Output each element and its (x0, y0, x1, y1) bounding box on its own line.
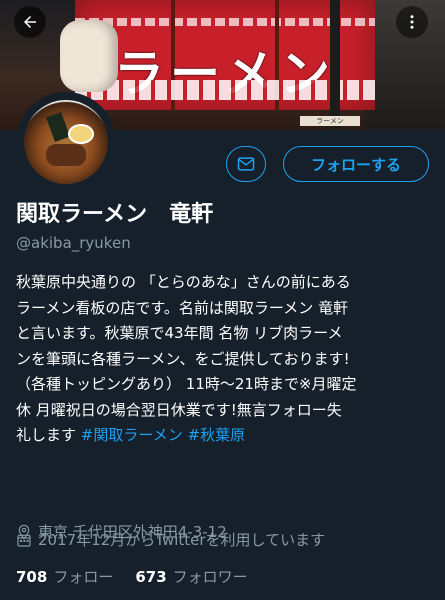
message-button[interactable] (226, 146, 266, 182)
followers-label[interactable]: フォロワー (173, 566, 248, 587)
bio-line: （各種トッピングあり） 11時〜21時まで※月曜定 (16, 375, 357, 393)
more-vertical-icon (410, 15, 414, 29)
follow-stats: 708 フォロー 673 フォロワー (16, 566, 270, 587)
bio-line: ラーメン看板の店です。名前は関取ラーメン 竜軒 (16, 298, 349, 317)
hashtag-link[interactable]: #関取ラーメン (81, 426, 183, 444)
avatar[interactable] (16, 92, 116, 192)
bio-text: 礼します (16, 426, 81, 444)
calendar-icon (17, 534, 31, 547)
banner-small-sign: ラーメン (300, 116, 360, 126)
bio-line-last: 礼します #関取ラーメン #秋葉原 (16, 423, 434, 449)
ramen-nori (46, 112, 70, 142)
profile-name: 関取ラーメン 竜軒 (16, 202, 214, 227)
back-button[interactable] (14, 6, 46, 38)
profile-join-date: 2017年12月からTwitterを利用しています (16, 529, 325, 550)
back-arrow-icon (24, 16, 36, 28)
following-label[interactable]: フォロー (53, 566, 113, 587)
ramen-meat (46, 144, 86, 166)
profile-bio: 秋葉原中央通りの 「とらのあな」さんの前にある ラーメン看板の店です。名前は関取… (16, 270, 434, 449)
banner-small-sign-text: ラーメン (316, 117, 344, 125)
follow-button[interactable]: フォローする (283, 146, 429, 182)
more-button[interactable] (396, 6, 428, 38)
bio-line: 休 月曜祝日の場合翌日休業です!無言フォロー失 (16, 400, 342, 419)
envelope-icon (237, 157, 255, 171)
lantern (60, 20, 118, 92)
profile-handle: @akiba_ryuken (16, 234, 131, 252)
ramen-bowl-image (24, 100, 108, 184)
bio-line: ンを筆頭に各種ラーメン、をご提供しております! (16, 349, 350, 368)
ramen-egg (68, 124, 94, 144)
banner-pole (330, 0, 340, 130)
joined-text: 2017年12月からTwitterを利用しています (38, 531, 326, 549)
bio-line: 秋葉原中央通りの 「とらのあな」さんの前にある (16, 273, 351, 291)
bio-line: と言います。秋葉原で43年間 名物 リブ肉ラーメ (16, 324, 343, 342)
hashtag-link[interactable]: #秋葉原 (188, 426, 246, 444)
following-count[interactable]: 708 (16, 568, 47, 586)
followers-count[interactable]: 673 (135, 568, 166, 586)
